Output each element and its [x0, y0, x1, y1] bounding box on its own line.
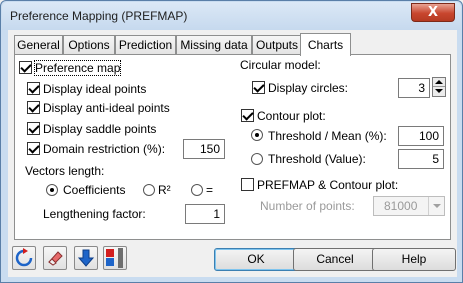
number-of-points-label: Number of points:: [260, 199, 355, 213]
prefmap-contour-label: PREFMAP & Contour plot:: [257, 178, 399, 192]
dialog-body: General Options Prediction Missing data …: [8, 30, 457, 277]
prefmap-contour-checkbox[interactable]: [241, 178, 254, 191]
spinner-up-icon[interactable]: [433, 78, 445, 87]
r2-label: R²: [158, 183, 171, 197]
spinner-down-icon[interactable]: [433, 87, 445, 96]
layout-button[interactable]: [103, 246, 127, 270]
contour-plot-label: Contour plot:: [257, 109, 326, 123]
tab-missing-data[interactable]: Missing data: [176, 35, 252, 55]
tab-prediction[interactable]: Prediction: [115, 35, 176, 55]
charts-tab-panel: Preference map Display ideal points Disp…: [14, 54, 451, 240]
eraser-icon: [48, 251, 63, 266]
display-anti-ideal-label: Display anti-ideal points: [43, 101, 170, 115]
circular-model-heading: Circular model:: [240, 58, 321, 72]
number-of-points-select[interactable]: 81000: [373, 196, 445, 216]
chevron-down-icon: [428, 197, 444, 215]
coefficients-radio[interactable]: [46, 184, 58, 196]
vectors-length-heading: Vectors length:: [25, 164, 105, 178]
title-bar: Preference Mapping (PREFMAP) X: [2, 2, 461, 30]
display-saddle-checkbox[interactable]: [27, 122, 40, 135]
display-anti-ideal-checkbox[interactable]: [27, 101, 40, 114]
threshold-mean-radio[interactable]: [251, 129, 263, 141]
domain-restriction-label: Domain restriction (%):: [43, 142, 166, 156]
ok-button[interactable]: OK: [214, 248, 298, 271]
display-circles-spinner[interactable]: [432, 77, 446, 97]
display-circles-label: Display circles:: [268, 81, 349, 95]
tab-outputs[interactable]: Outputs: [252, 35, 302, 55]
threshold-value-field[interactable]: 5: [398, 149, 444, 169]
tab-general[interactable]: General: [14, 35, 63, 55]
threshold-value-label: Threshold (Value):: [268, 152, 366, 166]
domain-restriction-checkbox[interactable]: [27, 142, 40, 155]
display-circles-field[interactable]: 3: [398, 78, 430, 98]
reset-icon: [15, 248, 33, 267]
clear-button[interactable]: [43, 246, 67, 270]
reset-button[interactable]: [12, 246, 36, 270]
tab-options[interactable]: Options: [63, 35, 115, 55]
lengthening-factor-label: Lengthening factor:: [43, 207, 146, 221]
arrow-down-icon: [77, 249, 95, 267]
coefficients-label: Coefficients: [63, 183, 126, 197]
threshold-mean-field[interactable]: 100: [398, 126, 444, 146]
display-ideal-label: Display ideal points: [43, 82, 147, 96]
preference-map-label: Preference map: [33, 60, 122, 76]
threshold-mean-label: Threshold / Mean (%):: [268, 129, 387, 143]
display-saddle-label: Display saddle points: [43, 122, 157, 136]
domain-restriction-field[interactable]: 150: [183, 139, 225, 159]
number-of-points-value: 81000: [384, 199, 418, 213]
tab-charts[interactable]: Charts: [300, 33, 351, 56]
dialog-window: Preference Mapping (PREFMAP) X General O…: [0, 0, 463, 283]
layout-icon: [106, 248, 123, 268]
display-ideal-checkbox[interactable]: [27, 82, 40, 95]
r2-radio[interactable]: [143, 184, 155, 196]
window-title: Preference Mapping (PREFMAP): [10, 9, 188, 23]
threshold-value-radio[interactable]: [251, 153, 263, 165]
display-circles-checkbox[interactable]: [252, 81, 265, 94]
cancel-button[interactable]: Cancel: [293, 248, 377, 271]
contour-plot-checkbox[interactable]: [241, 109, 254, 122]
equal-radio[interactable]: [191, 184, 203, 196]
equal-label: =: [206, 183, 214, 197]
close-button[interactable]: X: [411, 3, 455, 22]
help-button[interactable]: Help: [372, 248, 456, 271]
move-down-button[interactable]: [74, 246, 98, 270]
preference-map-checkbox[interactable]: [19, 61, 32, 74]
lengthening-factor-field[interactable]: 1: [185, 204, 225, 224]
